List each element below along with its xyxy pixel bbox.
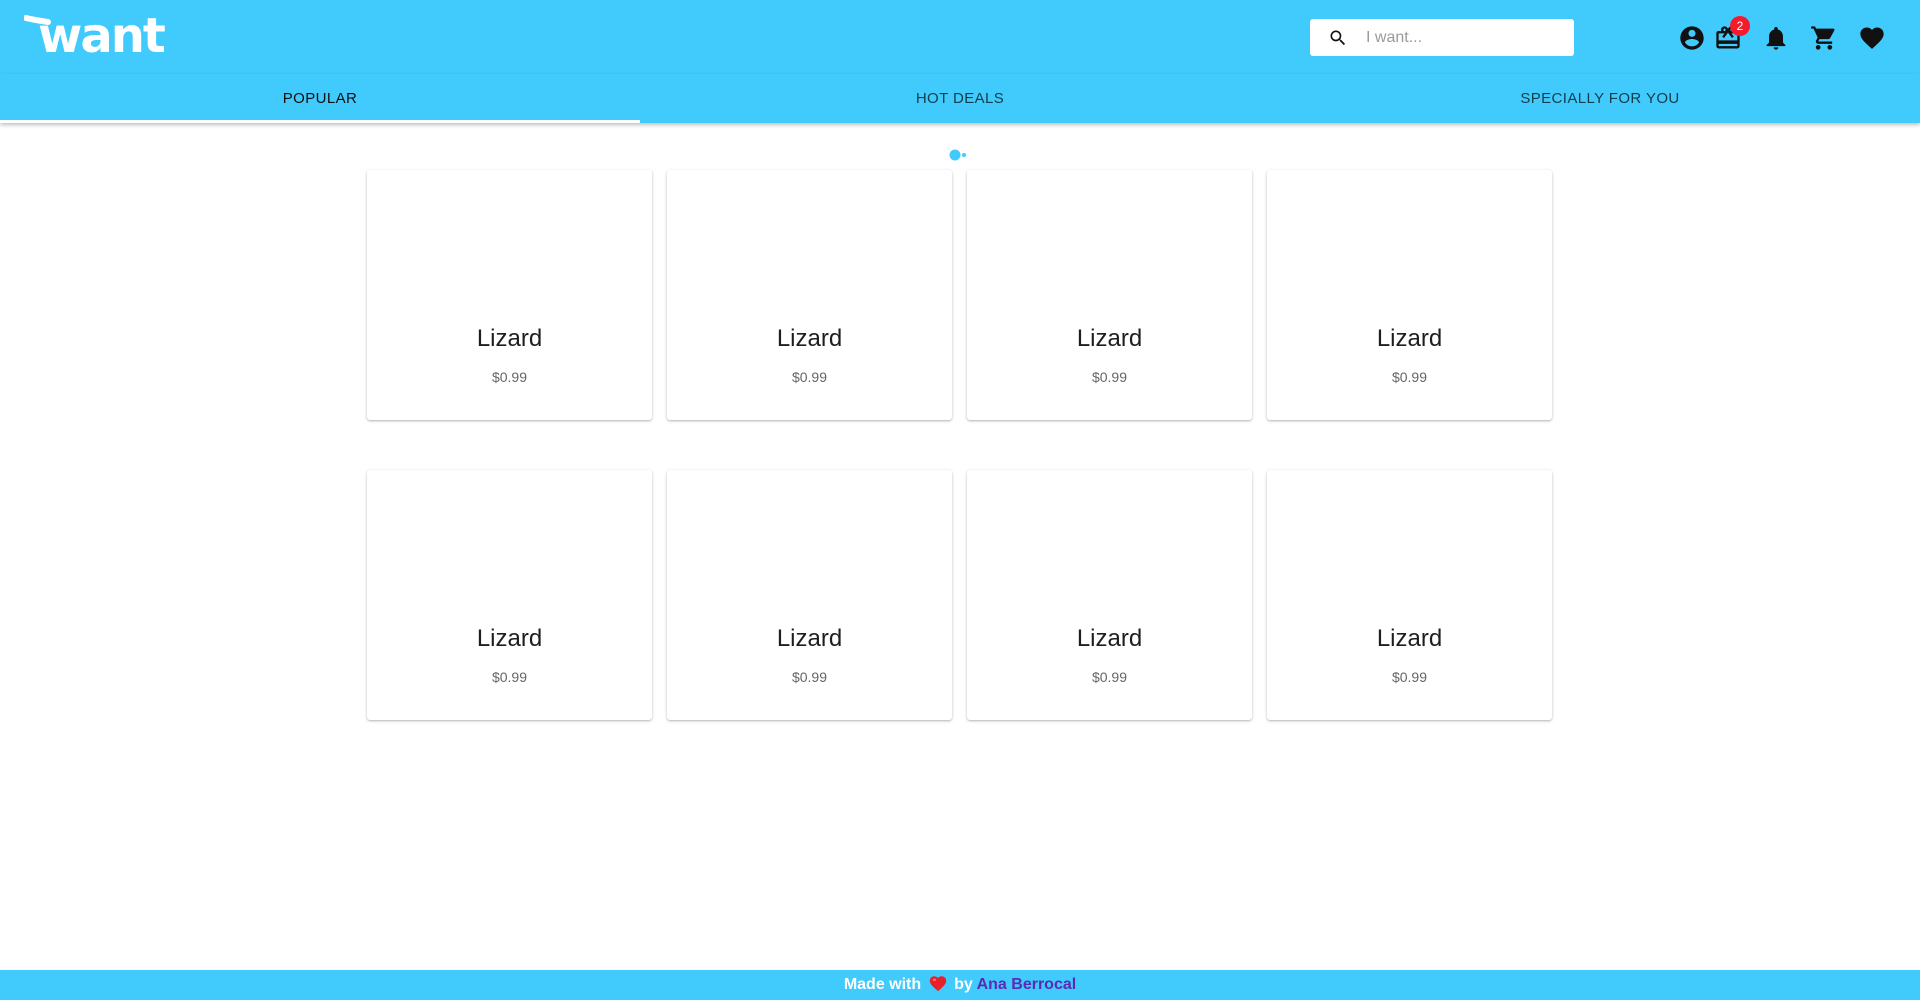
heart-emoji-icon (929, 976, 946, 992)
product-title: Lizard (1376, 325, 1443, 352)
product-price: $0.99 (791, 369, 828, 385)
tab-popular[interactable]: Popular (0, 74, 640, 123)
svg-text:want: want (38, 8, 165, 60)
favorites-button[interactable] (1858, 24, 1886, 52)
product-title: Lizard (776, 625, 843, 652)
product-title: Lizard (1076, 325, 1143, 352)
tab-hot-deals[interactable]: Hot Deals (640, 74, 1280, 123)
tab-specially-for-you[interactable]: Specially For You (1280, 74, 1920, 123)
notifications-button[interactable] (1762, 24, 1790, 52)
author-link[interactable]: Ana Berrocal (977, 976, 1077, 993)
product-card[interactable]: Lizard $0.99 (1267, 470, 1552, 720)
category-tabs: Popular Hot Deals Specially For You (0, 74, 1920, 123)
product-card[interactable]: Lizard $0.99 (1267, 170, 1552, 420)
product-card[interactable]: Lizard $0.99 (667, 470, 952, 720)
loading-indicator (949, 149, 966, 161)
footer-prefix: Made with (843, 976, 922, 993)
account-button[interactable] (1678, 24, 1706, 52)
cart-button[interactable] (1810, 24, 1838, 52)
footer: Made with by Ana Berrocal (0, 970, 1920, 1000)
heart-icon (1860, 27, 1884, 49)
product-card[interactable]: Lizard $0.99 (667, 170, 952, 420)
search-input[interactable] (1366, 19, 1566, 56)
product-price: $0.99 (1091, 369, 1128, 385)
product-title: Lizard (1376, 625, 1443, 652)
product-title: Lizard (476, 625, 543, 652)
active-tab-indicator (0, 120, 640, 123)
gifts-button[interactable]: 2 (1714, 16, 1750, 52)
product-card[interactable]: Lizard $0.99 (367, 470, 652, 720)
product-price: $0.99 (491, 669, 528, 685)
product-price: $0.99 (491, 369, 528, 385)
notification-badge: 2 (1730, 16, 1750, 36)
app-bar: want 2 (0, 0, 1920, 74)
product-title: Lizard (776, 325, 843, 352)
search-icon (1330, 30, 1346, 46)
product-price: $0.99 (1391, 369, 1428, 385)
account-circle-icon (1680, 26, 1704, 50)
product-card[interactable]: Lizard $0.99 (367, 170, 652, 420)
product-price: $0.99 (1091, 669, 1128, 685)
footer-by: by (954, 976, 973, 993)
cart-icon (1811, 26, 1835, 50)
product-price: $0.99 (791, 669, 828, 685)
product-title: Lizard (476, 325, 543, 352)
search-box (1310, 19, 1574, 56)
bell-icon (1766, 26, 1786, 50)
product-title: Lizard (1076, 625, 1143, 652)
product-card[interactable]: Lizard $0.99 (967, 470, 1252, 720)
product-price: $0.99 (1391, 669, 1428, 685)
want-logo[interactable]: want (24, 8, 184, 60)
product-card[interactable]: Lizard $0.99 (967, 170, 1252, 420)
